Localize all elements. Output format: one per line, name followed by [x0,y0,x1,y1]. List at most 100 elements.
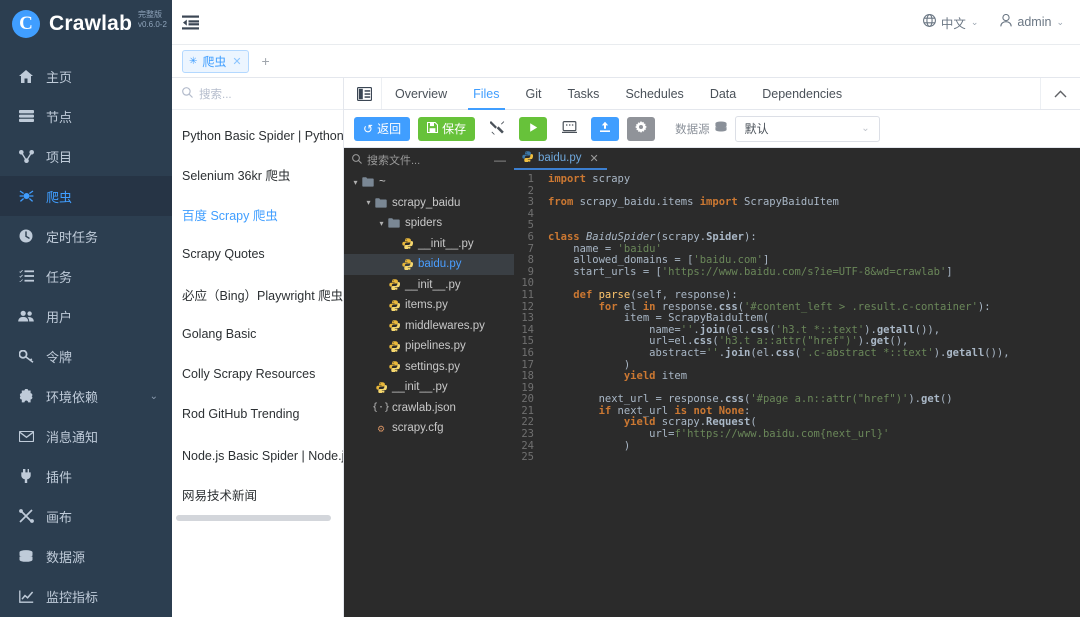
file-tree-row[interactable]: middlewares.py [344,316,514,337]
canvas-icon [16,508,36,524]
file-tree-search-placeholder: 搜索文件... [367,155,421,167]
editor-tab-baidu-py[interactable]: baidu.py ✕ [514,148,607,170]
file-tree-row[interactable]: {·} crawlab.json [344,398,514,419]
file-tree-search[interactable]: 搜索文件... — [344,148,514,172]
panel-collapse-icon[interactable] [348,78,382,109]
upload-button[interactable] [591,116,620,141]
json-icon: {·} [371,402,391,414]
sidebar-item-home[interactable]: 主页 [0,56,172,96]
tab-tasks[interactable]: Tasks [554,78,612,109]
sidebar-item-plugins[interactable]: 插件 [0,456,172,496]
file-tree-row[interactable]: settings.py [344,357,514,378]
list-item[interactable]: Rod GitHub Trending [172,394,343,434]
file-tree-row[interactable]: ▾ spiders [344,213,514,234]
python-icon [400,259,414,270]
sidebar-item-nodes[interactable]: 节点 [0,96,172,136]
menu-fold-icon[interactable] [182,15,212,30]
settings-button[interactable] [627,116,656,141]
sidebar-nav: 主页 节点 项目 爬虫 定时任务 任务 用户 令牌 环境依赖 ⌄ 消息通知 插件… [0,56,172,616]
user-menu[interactable]: admin ⌄ [1000,13,1064,30]
spider-search-placeholder: 搜索... [199,88,232,101]
tree-toggle-icon[interactable]: ▾ [350,178,361,187]
tree-toggle-icon[interactable]: ▾ [363,198,374,207]
sidebar-item-notifications[interactable]: 消息通知 [0,416,172,456]
tab-data[interactable]: Data [697,78,749,109]
line-number: 8 [527,254,534,267]
python-icon [387,300,401,311]
spider-detail-panel: Overview Files Git Tasks Schedules Data … [344,78,1080,617]
file-tree-row[interactable]: baidu.py [344,254,514,275]
envelope-icon [16,428,36,444]
add-tab-button[interactable]: + [255,50,277,73]
code-lines: import scrapy from scrapy_baidu.items im… [540,174,1080,617]
code-body[interactable]: 1 2 3 4 5 6 7 8 9 10 11 12 13 14 15 16 17 18 19 20 21 22 23 24 2… [514,170,1080,617]
sidebar-item-project[interactable]: 项目 [0,136,172,176]
file-tree-row[interactable]: ⚙ scrapy.cfg [344,418,514,439]
list-item[interactable]: Selenium 36kr 爬虫 [172,154,343,194]
sidebar-item-datasource[interactable]: 数据源 [0,536,172,576]
list-item[interactable]: 网易技术新闻 [172,474,343,514]
file-tree-row[interactable]: __init__.py [344,275,514,296]
sidebar-item-tokens[interactable]: 令牌 [0,336,172,376]
close-icon[interactable]: ✕ [232,55,241,68]
language-selector[interactable]: 中文 ⌄ [922,13,978,32]
sidebar-item-tasks[interactable]: 任务 [0,256,172,296]
sidebar-item-label: 爬虫 [46,189,73,205]
tab-git[interactable]: Git [513,78,555,109]
close-icon[interactable]: ✕ [589,152,598,165]
sidebar-item-label: 插件 [46,469,73,485]
tree-toggle-icon[interactable]: ▾ [376,219,387,228]
list-item[interactable]: Python Basic Spider | Python 基础爬虫 [172,114,343,154]
app-root: C Crawlab 完整版 v0.6.0-2 主页 节点 项目 爬虫 定时任务 … [0,0,1080,617]
editor-area: 搜索文件... — ▾ ~ ▾ scrapy_baidu ▾ spiders __init_… [344,148,1080,617]
sidebar-item-schedules[interactable]: 定时任务 [0,216,172,256]
view-tab-spiders[interactable]: ✳ 爬虫 ✕ [182,49,249,73]
file-tree-row[interactable]: pipelines.py [344,336,514,357]
chevron-down-icon[interactable]: ⌄ [150,391,158,402]
sidebar-item-users[interactable]: 用户 [0,296,172,336]
tools-button[interactable] [483,117,511,141]
sidebar-item-metrics[interactable]: 监控指标 [0,576,172,616]
back-button[interactable]: ↺ 返回 [354,116,411,141]
tab-dependencies[interactable]: Dependencies [749,78,855,109]
upload-icon [599,121,611,136]
spider-search[interactable]: 搜索... [172,78,343,110]
list-item[interactable]: Scrapy Quotes [172,234,343,274]
user-label: admin [1017,15,1052,29]
list-item[interactable]: Colly Scrapy Resources [172,354,343,394]
file-tree-row[interactable]: items.py [344,295,514,316]
file-tree-label: middlewares.py [405,319,485,332]
tab-schedules[interactable]: Schedules [612,78,696,109]
list-item[interactable]: 百度 Scrapy 爬虫 [172,194,343,234]
view-tab-strip: ✳ 爬虫 ✕ + [172,45,1080,78]
sidebar-item-canvas[interactable]: 画布 [0,496,172,536]
list-item[interactable]: 必应（Bing）Playwright 爬虫 [172,274,343,314]
run-button[interactable] [519,116,548,141]
folder-icon [361,177,375,187]
file-tree-row[interactable]: __init__.py [344,377,514,398]
file-tree-row[interactable]: __init__.py [344,234,514,255]
nodes-icon [16,108,36,124]
list-item[interactable]: Golang Basic [172,314,343,354]
python-icon [387,279,401,291]
horizontal-scrollbar[interactable] [176,515,331,521]
list-item[interactable]: Node.js Basic Spider | Node.js 基础爬虫 [172,434,343,474]
brand[interactable]: C Crawlab 完整版 v0.6.0-2 [0,0,172,48]
tab-overview[interactable]: Overview [382,78,460,109]
file-tree-row[interactable]: ▾ scrapy_baidu [344,193,514,214]
file-tree-panel: 搜索文件... — ▾ ~ ▾ scrapy_baidu ▾ spiders __init_… [344,148,514,617]
spider-icon [16,188,36,204]
save-button[interactable]: 保存 [418,116,476,141]
chevron-down-icon: ⌄ [1056,16,1064,27]
search-icon [182,86,193,101]
sidebar-item-spiders[interactable]: 爬虫 [0,176,172,216]
datasource-select[interactable]: 默认 ⌄ [734,115,880,142]
minimize-icon[interactable]: — [494,153,506,167]
terminal-button[interactable] [555,117,583,141]
code-line: import scrapy [548,174,631,185]
sidebar-item-dependencies[interactable]: 环境依赖 ⌄ [0,376,172,416]
file-tree-row[interactable]: ▾ ~ [344,172,514,193]
sidebar-item-label: 定时任务 [46,229,99,245]
tab-files[interactable]: Files [460,78,512,110]
chevron-up-icon[interactable] [1040,78,1080,109]
